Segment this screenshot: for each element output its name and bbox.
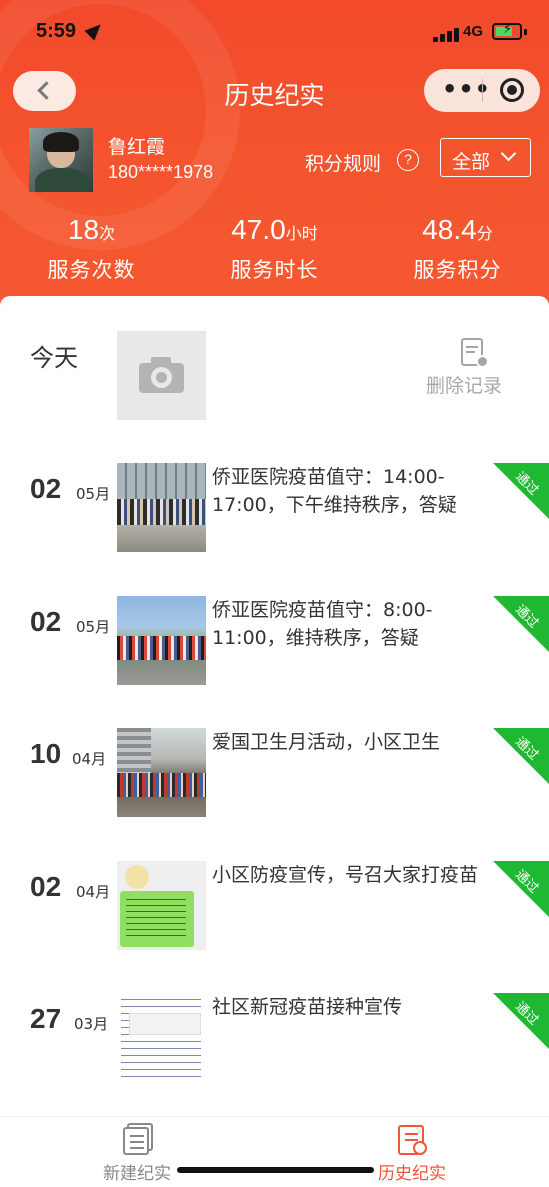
tab-new-record[interactable]: 新建纪实 bbox=[67, 1123, 207, 1184]
close-program-icon[interactable] bbox=[500, 78, 524, 102]
record-description: 侨亚医院疫苗值守：14:00-17:00，下午维持秩序，答疑 bbox=[212, 466, 457, 516]
record-month: 03月 bbox=[74, 1015, 109, 1033]
record-photo[interactable] bbox=[117, 596, 206, 685]
tab-history-record[interactable]: 历史纪实 bbox=[342, 1123, 482, 1184]
list-item[interactable]: 02 04月 小区防疫宣传，号召大家打疫苗 通过 bbox=[0, 861, 549, 953]
battery-icon: ⚡ bbox=[492, 22, 522, 40]
status-time: 5:59 bbox=[36, 20, 77, 42]
record-month: 04月 bbox=[76, 883, 111, 901]
list-item[interactable]: 27 03月 社区新冠疫苗接种宣传 通过 bbox=[0, 993, 549, 1085]
bottom-tab-bar: 新建纪实 历史纪实 bbox=[0, 1116, 549, 1187]
more-icon[interactable]: ••• bbox=[442, 75, 491, 103]
records-list: 今天 删除记录 02 05月 侨亚医院疫苗值守：14:00-17:00，下午维持… bbox=[0, 296, 549, 1116]
record-description: 小区防疫宣传，号召大家打疫苗 bbox=[212, 864, 479, 886]
status-badge: 通过 bbox=[493, 993, 549, 1049]
stat-service-hours: 47.0小时 服务时长 bbox=[230, 214, 319, 282]
profile-header: 5:59 4G ⚡ 历史纪实 ••• 鲁红霞 180*****1978 积分规则… bbox=[0, 0, 549, 330]
record-day: 02 bbox=[30, 606, 62, 637]
record-photo[interactable] bbox=[117, 993, 206, 1082]
record-photo[interactable] bbox=[117, 861, 206, 950]
record-photo[interactable] bbox=[117, 728, 206, 817]
record-description: 侨亚医院疫苗值守：8:00-11:00，维持秩序，答疑 bbox=[212, 599, 433, 649]
filter-label: 全部 bbox=[452, 151, 491, 173]
record-month: 04月 bbox=[72, 750, 107, 768]
list-item[interactable]: 02 05月 侨亚医院疫苗值守：14:00-17:00，下午维持秩序，答疑 通过 bbox=[0, 463, 549, 555]
chevron-down-icon bbox=[500, 145, 517, 162]
avatar bbox=[29, 128, 93, 192]
new-record-icon bbox=[121, 1123, 153, 1157]
points-rules-link[interactable]: 积分规则 bbox=[305, 149, 381, 176]
record-month: 05月 bbox=[76, 618, 111, 636]
status-badge: 通过 bbox=[493, 463, 549, 519]
record-day: 27 bbox=[30, 1003, 62, 1034]
home-indicator bbox=[177, 1167, 374, 1173]
network-type: 4G bbox=[463, 23, 484, 40]
status-badge: 通过 bbox=[493, 861, 549, 917]
help-icon[interactable]: ? bbox=[397, 149, 419, 171]
add-photo-button[interactable] bbox=[117, 331, 206, 420]
record-description: 社区新冠疫苗接种宣传 bbox=[212, 996, 403, 1018]
location-arrow-icon bbox=[84, 19, 106, 41]
record-description: 爱国卫生月活动，小区卫生 bbox=[212, 731, 441, 753]
record-photo[interactable] bbox=[117, 463, 206, 552]
status-bar: 5:59 4G ⚡ bbox=[0, 0, 549, 64]
stat-service-points: 48.4分 服务积分 bbox=[413, 214, 502, 282]
record-day: 02 bbox=[30, 473, 62, 504]
status-badge: 通过 bbox=[493, 728, 549, 784]
stat-service-count: 18次 服务次数 bbox=[47, 214, 136, 282]
mini-program-capsule: ••• bbox=[424, 69, 540, 112]
record-day: 02 bbox=[30, 871, 62, 902]
today-label: 今天 bbox=[30, 344, 78, 372]
list-item[interactable]: 10 04月 爱国卫生月活动，小区卫生 通过 bbox=[0, 728, 549, 820]
filter-dropdown[interactable]: 全部 bbox=[440, 138, 531, 177]
record-day: 10 bbox=[30, 738, 62, 769]
user-name: 鲁红霞 bbox=[108, 136, 166, 158]
history-record-icon bbox=[396, 1123, 428, 1157]
delete-record-icon[interactable] bbox=[461, 338, 489, 368]
user-phone: 180*****1978 bbox=[108, 162, 214, 182]
record-month: 05月 bbox=[76, 485, 111, 503]
signal-icon bbox=[433, 26, 459, 42]
delete-record-button[interactable]: 删除记录 bbox=[426, 371, 502, 398]
status-badge: 通过 bbox=[493, 596, 549, 652]
list-item[interactable]: 02 05月 侨亚医院疫苗值守：8:00-11:00，维持秩序，答疑 通过 bbox=[0, 596, 549, 688]
